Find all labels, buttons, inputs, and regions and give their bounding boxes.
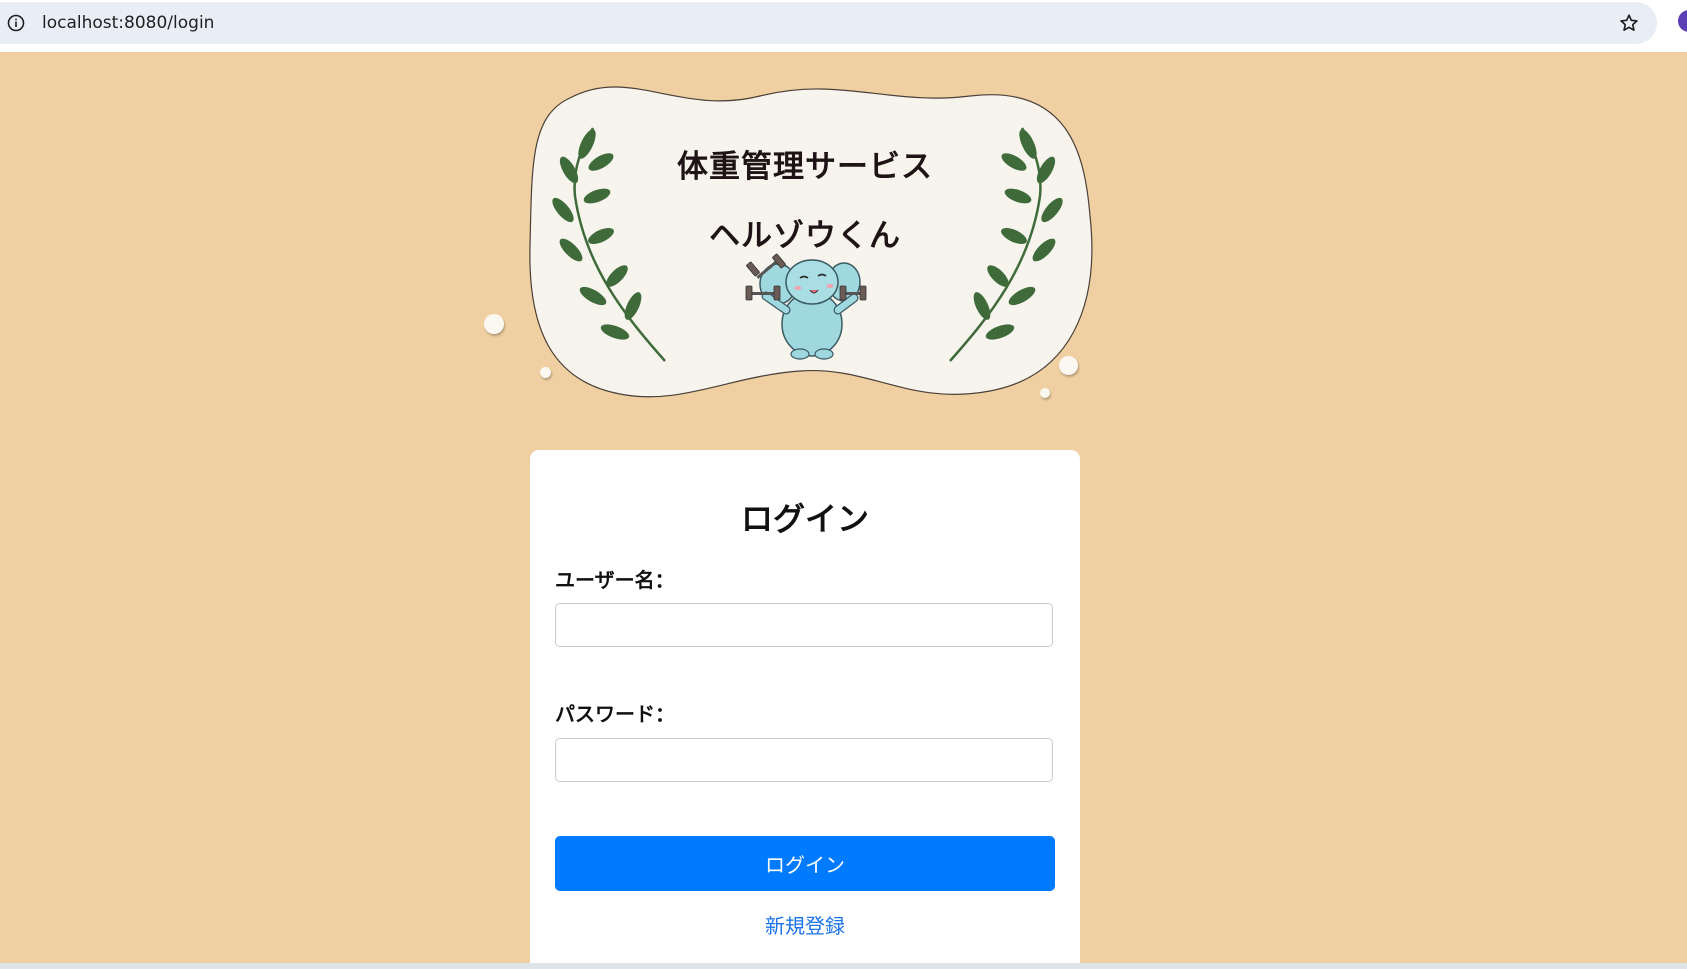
elephant-with-dumbbells-icon: [745, 253, 867, 360]
profile-avatar[interactable]: [1678, 10, 1687, 32]
decor-bubble: [1040, 388, 1050, 398]
star-icon[interactable]: [1618, 12, 1640, 34]
login-heading: ログイン: [740, 500, 869, 538]
decor-bubble: [540, 367, 551, 378]
login-button[interactable]: ログイン: [555, 836, 1055, 891]
mascot-name: ヘルゾウくん: [709, 218, 901, 254]
url-text[interactable]: localhost:8080/login: [42, 12, 214, 34]
address-bar[interactable]: localhost:8080/login: [0, 2, 1657, 44]
username-label: ユーザー名：: [555, 568, 675, 592]
login-card: ログイン ユーザー名： パスワード： ログイン 新規登録: [530, 450, 1080, 969]
service-title: 体重管理サービス: [677, 149, 933, 185]
decor-bubble: [484, 314, 504, 334]
password-input[interactable]: [555, 738, 1053, 782]
service-banner: 体重管理サービス ヘルゾウくん: [484, 76, 1100, 416]
browser-toolbar: localhost:8080/login: [0, 0, 1687, 52]
window-bottom-edge: [0, 963, 1687, 969]
register-link[interactable]: 新規登録: [530, 910, 1080, 939]
password-label: パスワード：: [555, 702, 675, 726]
info-icon[interactable]: [7, 14, 25, 32]
username-input[interactable]: [555, 603, 1053, 647]
